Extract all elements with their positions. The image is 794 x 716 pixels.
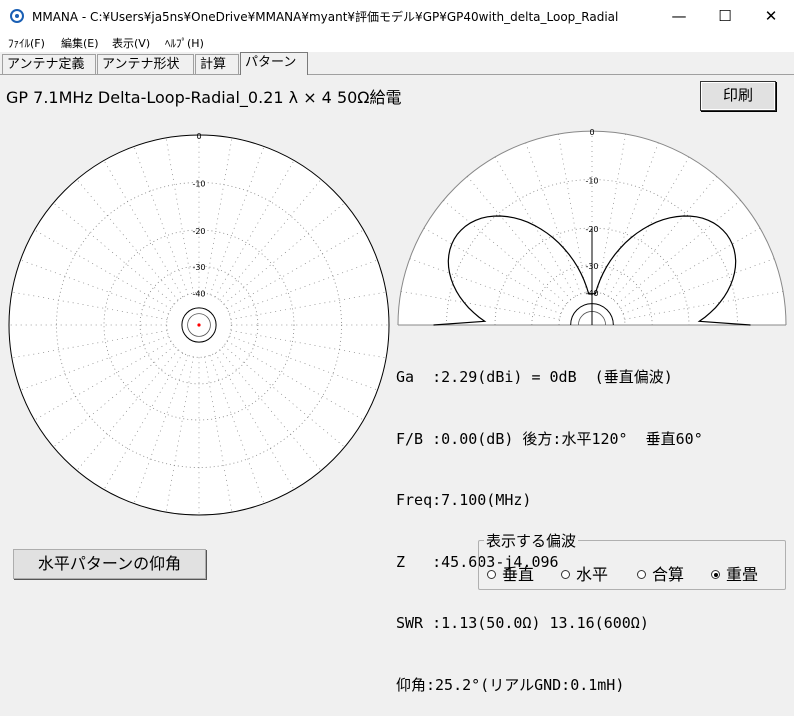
radio-label: 垂直 (502, 565, 535, 584)
polarization-legend: 表示する偏波 (484, 530, 579, 551)
ring-label: -10 (585, 177, 598, 186)
radio-selected-icon (711, 570, 720, 579)
radio-combined[interactable]: 合算 (637, 561, 684, 585)
ring-label: 0 (589, 128, 594, 137)
radio-overlay[interactable]: 重畳 (711, 561, 758, 585)
radio-circle-icon (561, 570, 570, 579)
radio-label: 重畳 (726, 565, 759, 584)
radio-horizontal[interactable]: 水平 (561, 561, 608, 585)
radio-circle-icon (487, 570, 496, 579)
radio-vertical[interactable]: 垂直 (487, 561, 534, 585)
radio-label: 合算 (652, 565, 685, 584)
ring-label: -20 (192, 227, 205, 236)
ring-label: -30 (192, 263, 205, 272)
front-back-readout: F/B :0.00(dB) 後方:水平120° 垂直60° (396, 429, 703, 448)
radio-circle-icon (637, 570, 646, 579)
horizontal-pattern-plot: 0 -10 -20 -30 -40 (8, 132, 390, 516)
swr-readout: SWR :1.13(50.0Ω) 13.16(600Ω) (396, 614, 649, 632)
elevation-readout: 仰角:25.2°(リアルGND:0.1mH) (396, 675, 625, 694)
horizontal-elevation-button[interactable]: 水平パターンの仰角 (13, 549, 206, 579)
polarization-group: 表示する偏波 垂直 水平 合算 重畳 (478, 530, 786, 590)
radio-label: 水平 (576, 565, 609, 584)
ring-label: -40 (192, 290, 205, 299)
center-marker (197, 323, 201, 327)
ring-label: -10 (192, 180, 205, 189)
vertical-pattern-plot: 0-10-20-30-40 (397, 128, 787, 326)
gain-readout: Ga :2.29(dBi) = 0dB (垂直偏波) (396, 368, 673, 386)
results-panel: Ga :2.29(dBi) = 0dB (垂直偏波) F/B :0.00(dB)… (396, 326, 703, 716)
frequency-readout: Freq:7.100(MHz) (396, 491, 532, 509)
ring-label: 0 (196, 132, 201, 141)
